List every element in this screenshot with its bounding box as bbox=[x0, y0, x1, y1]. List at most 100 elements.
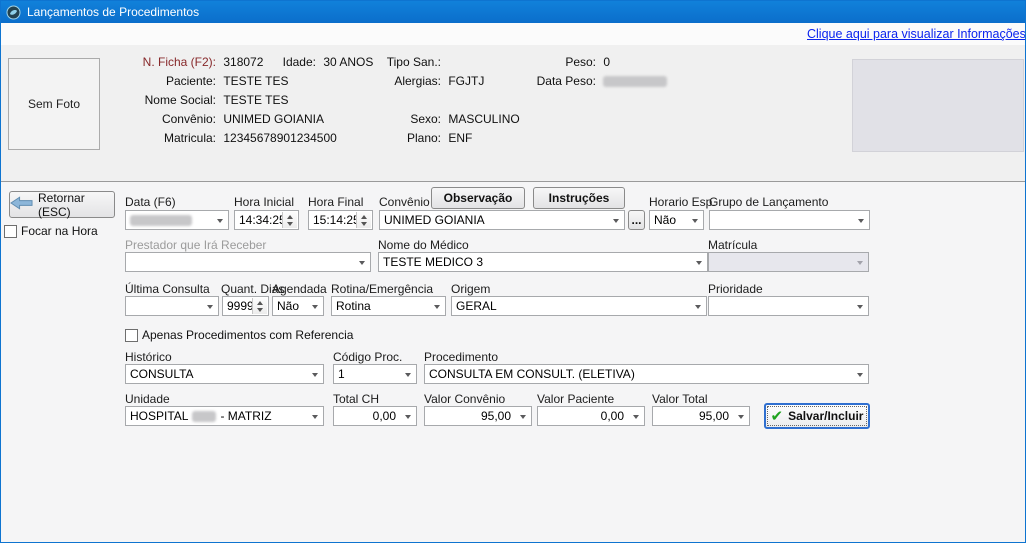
prioridade-label: Prioridade bbox=[708, 282, 763, 296]
instrucoes-button[interactable]: Instruções bbox=[533, 187, 625, 209]
procedimento-value: CONSULTA EM CONSULT. (ELETIVA) bbox=[429, 367, 635, 381]
valor-convenio-label: Valor Convênio bbox=[424, 392, 505, 406]
hora-inicial-spinner[interactable]: 14:34:25 bbox=[234, 210, 299, 230]
data-f6-combobox[interactable] bbox=[125, 210, 229, 230]
unidade-prefix: HOSPITAL bbox=[130, 409, 188, 423]
unidade-combobox[interactable]: HOSPITAL - MATRIZ bbox=[125, 406, 324, 426]
data-peso-redacted-value bbox=[603, 76, 667, 87]
nome-social-label: Nome Social: bbox=[81, 93, 216, 107]
alergias-field: Alergias: FGJTJ bbox=[333, 74, 484, 88]
chevron-down-icon bbox=[434, 305, 440, 309]
ficha-label: N. Ficha (F2): bbox=[81, 55, 216, 69]
chevron-down-icon bbox=[858, 219, 864, 223]
patient-header: Sem Foto N. Ficha (F2): 318072 Idade: 30… bbox=[1, 45, 1025, 158]
codigo-proc-combobox[interactable]: 1 bbox=[333, 364, 417, 384]
valor-total-label: Valor Total bbox=[652, 392, 708, 406]
data-peso-field: Data Peso: bbox=[484, 74, 667, 88]
convenio-ellipsis-button[interactable]: ... bbox=[628, 210, 645, 230]
prioridade-combobox[interactable] bbox=[708, 296, 869, 316]
total-ch-field[interactable]: 0,00 bbox=[333, 406, 417, 426]
peso-label: Peso: bbox=[484, 55, 596, 69]
apenas-referencia-checkbox[interactable]: Apenas Procedimentos com Referencia bbox=[125, 328, 353, 342]
chevron-down-icon bbox=[405, 373, 411, 377]
convenio-field: Convênio: UNIMED GOIANIA bbox=[81, 112, 324, 126]
historico-label: Histórico bbox=[125, 350, 172, 364]
grupo-lancamento-label: Grupo de Lançamento bbox=[709, 195, 828, 209]
chevron-down-icon bbox=[613, 219, 619, 223]
valor-total-value: 95,00 bbox=[699, 409, 729, 423]
app-icon bbox=[6, 5, 21, 20]
app-window: Lançamentos de Procedimentos Clique aqui… bbox=[0, 0, 1026, 543]
spinner-arrows-icon[interactable] bbox=[282, 212, 297, 228]
procedimento-combobox[interactable]: CONSULTA EM CONSULT. (ELETIVA) bbox=[424, 364, 869, 384]
idade-label: Idade: bbox=[246, 55, 316, 69]
data-f6-redacted-value bbox=[130, 215, 192, 226]
agendada-combobox[interactable]: Não bbox=[272, 296, 324, 316]
valor-paciente-value: 0,00 bbox=[601, 409, 624, 423]
nome-social-value: TESTE TES bbox=[223, 93, 288, 107]
chevron-down-icon bbox=[695, 305, 701, 309]
hora-inicial-label: Hora Inicial bbox=[234, 195, 294, 209]
valor-paciente-field[interactable]: 0,00 bbox=[537, 406, 645, 426]
historico-combobox[interactable]: CONSULTA bbox=[125, 364, 324, 384]
chevron-down-icon bbox=[312, 305, 318, 309]
chevron-down-icon bbox=[696, 261, 702, 265]
link-bar: Clique aqui para visualizar Informações … bbox=[1, 23, 1025, 45]
retornar-label: Retornar (ESC) bbox=[38, 191, 114, 219]
unidade-label: Unidade bbox=[125, 392, 170, 406]
hora-inicial-value: 14:34:25 bbox=[239, 213, 286, 227]
tab-strip: Materiais e Medicamentos (Alt M)Exames (… bbox=[1, 158, 1025, 182]
alergias-label: Alergias: bbox=[333, 74, 441, 88]
valor-convenio-field[interactable]: 95,00 bbox=[424, 406, 532, 426]
convenio-label: Convênio: bbox=[81, 112, 216, 126]
observacao-button[interactable]: Observação bbox=[431, 187, 525, 209]
chevron-down-icon bbox=[312, 415, 318, 419]
ultima-consulta-label: Última Consulta bbox=[125, 282, 210, 296]
hora-final-label: Hora Final bbox=[308, 195, 363, 209]
checkbox-box[interactable] bbox=[4, 225, 17, 238]
unidade-suffix: - MATRIZ bbox=[220, 409, 271, 423]
salvar-incluir-button[interactable]: ✔ Salvar/Incluir bbox=[764, 403, 870, 429]
tab-label-consultas: Consultas (Alt C) bbox=[33, 159, 67, 182]
origem-value: GERAL bbox=[456, 299, 497, 313]
ultima-consulta-combobox[interactable] bbox=[125, 296, 219, 316]
convenio-form-label: Convênio bbox=[379, 195, 430, 209]
focar-na-hora-checkbox[interactable]: Focar na Hora bbox=[4, 224, 98, 238]
chevron-down-icon bbox=[312, 373, 318, 377]
matricula-paciente-label: Matricula: bbox=[81, 131, 216, 145]
tab-label-honorarios: Honorários Médicos (Alt H) bbox=[21, 161, 55, 182]
spinner-arrows-icon[interactable] bbox=[356, 212, 371, 228]
right-empty-panel bbox=[852, 59, 1024, 152]
matricula-form-combobox-disabled bbox=[708, 252, 869, 272]
plano-field: Plano: ENF bbox=[333, 131, 472, 145]
tipo-san-label: Tipo San.: bbox=[333, 55, 441, 69]
tab-label-pacotes: Pacotes (Alt P) bbox=[29, 161, 63, 182]
chevron-down-icon bbox=[359, 261, 365, 265]
plano-value: ENF bbox=[448, 131, 472, 145]
rotina-emergencia-combobox[interactable]: Rotina bbox=[331, 296, 446, 316]
convenio-combobox[interactable]: UNIMED GOIANIA bbox=[379, 210, 625, 230]
spinner-arrows-icon[interactable] bbox=[252, 298, 267, 314]
grupo-lancamento-combobox[interactable] bbox=[709, 210, 870, 230]
ficha-field: N. Ficha (F2): 318072 bbox=[81, 55, 263, 69]
nome-medico-combobox[interactable]: TESTE MEDICO 3 bbox=[378, 252, 708, 272]
historico-value: CONSULTA bbox=[130, 367, 194, 381]
matricula-form-label: Matrícula bbox=[708, 238, 757, 252]
chevron-down-icon bbox=[633, 415, 639, 419]
sexo-label: Sexo: bbox=[333, 112, 441, 126]
horario-esp-label: Horario Esp. bbox=[649, 195, 716, 209]
quant-dias-spinner[interactable]: 999999 bbox=[222, 296, 269, 316]
chevron-down-icon bbox=[217, 219, 223, 223]
chevron-down-icon bbox=[520, 415, 526, 419]
horario-esp-combobox[interactable]: Não bbox=[649, 210, 704, 230]
valor-total-field[interactable]: 95,00 bbox=[652, 406, 750, 426]
chevron-down-icon bbox=[405, 415, 411, 419]
total-ch-value: 0,00 bbox=[373, 409, 396, 423]
origem-combobox[interactable]: GERAL bbox=[451, 296, 707, 316]
retornar-button[interactable]: Retornar (ESC) bbox=[9, 191, 115, 218]
peso-field: Peso: 0 bbox=[484, 55, 610, 69]
patient-info-link[interactable]: Clique aqui para visualizar Informações … bbox=[807, 27, 1025, 41]
checkbox-box[interactable] bbox=[125, 329, 138, 342]
prestador-combobox[interactable] bbox=[125, 252, 371, 272]
hora-final-spinner[interactable]: 15:14:25 bbox=[308, 210, 373, 230]
